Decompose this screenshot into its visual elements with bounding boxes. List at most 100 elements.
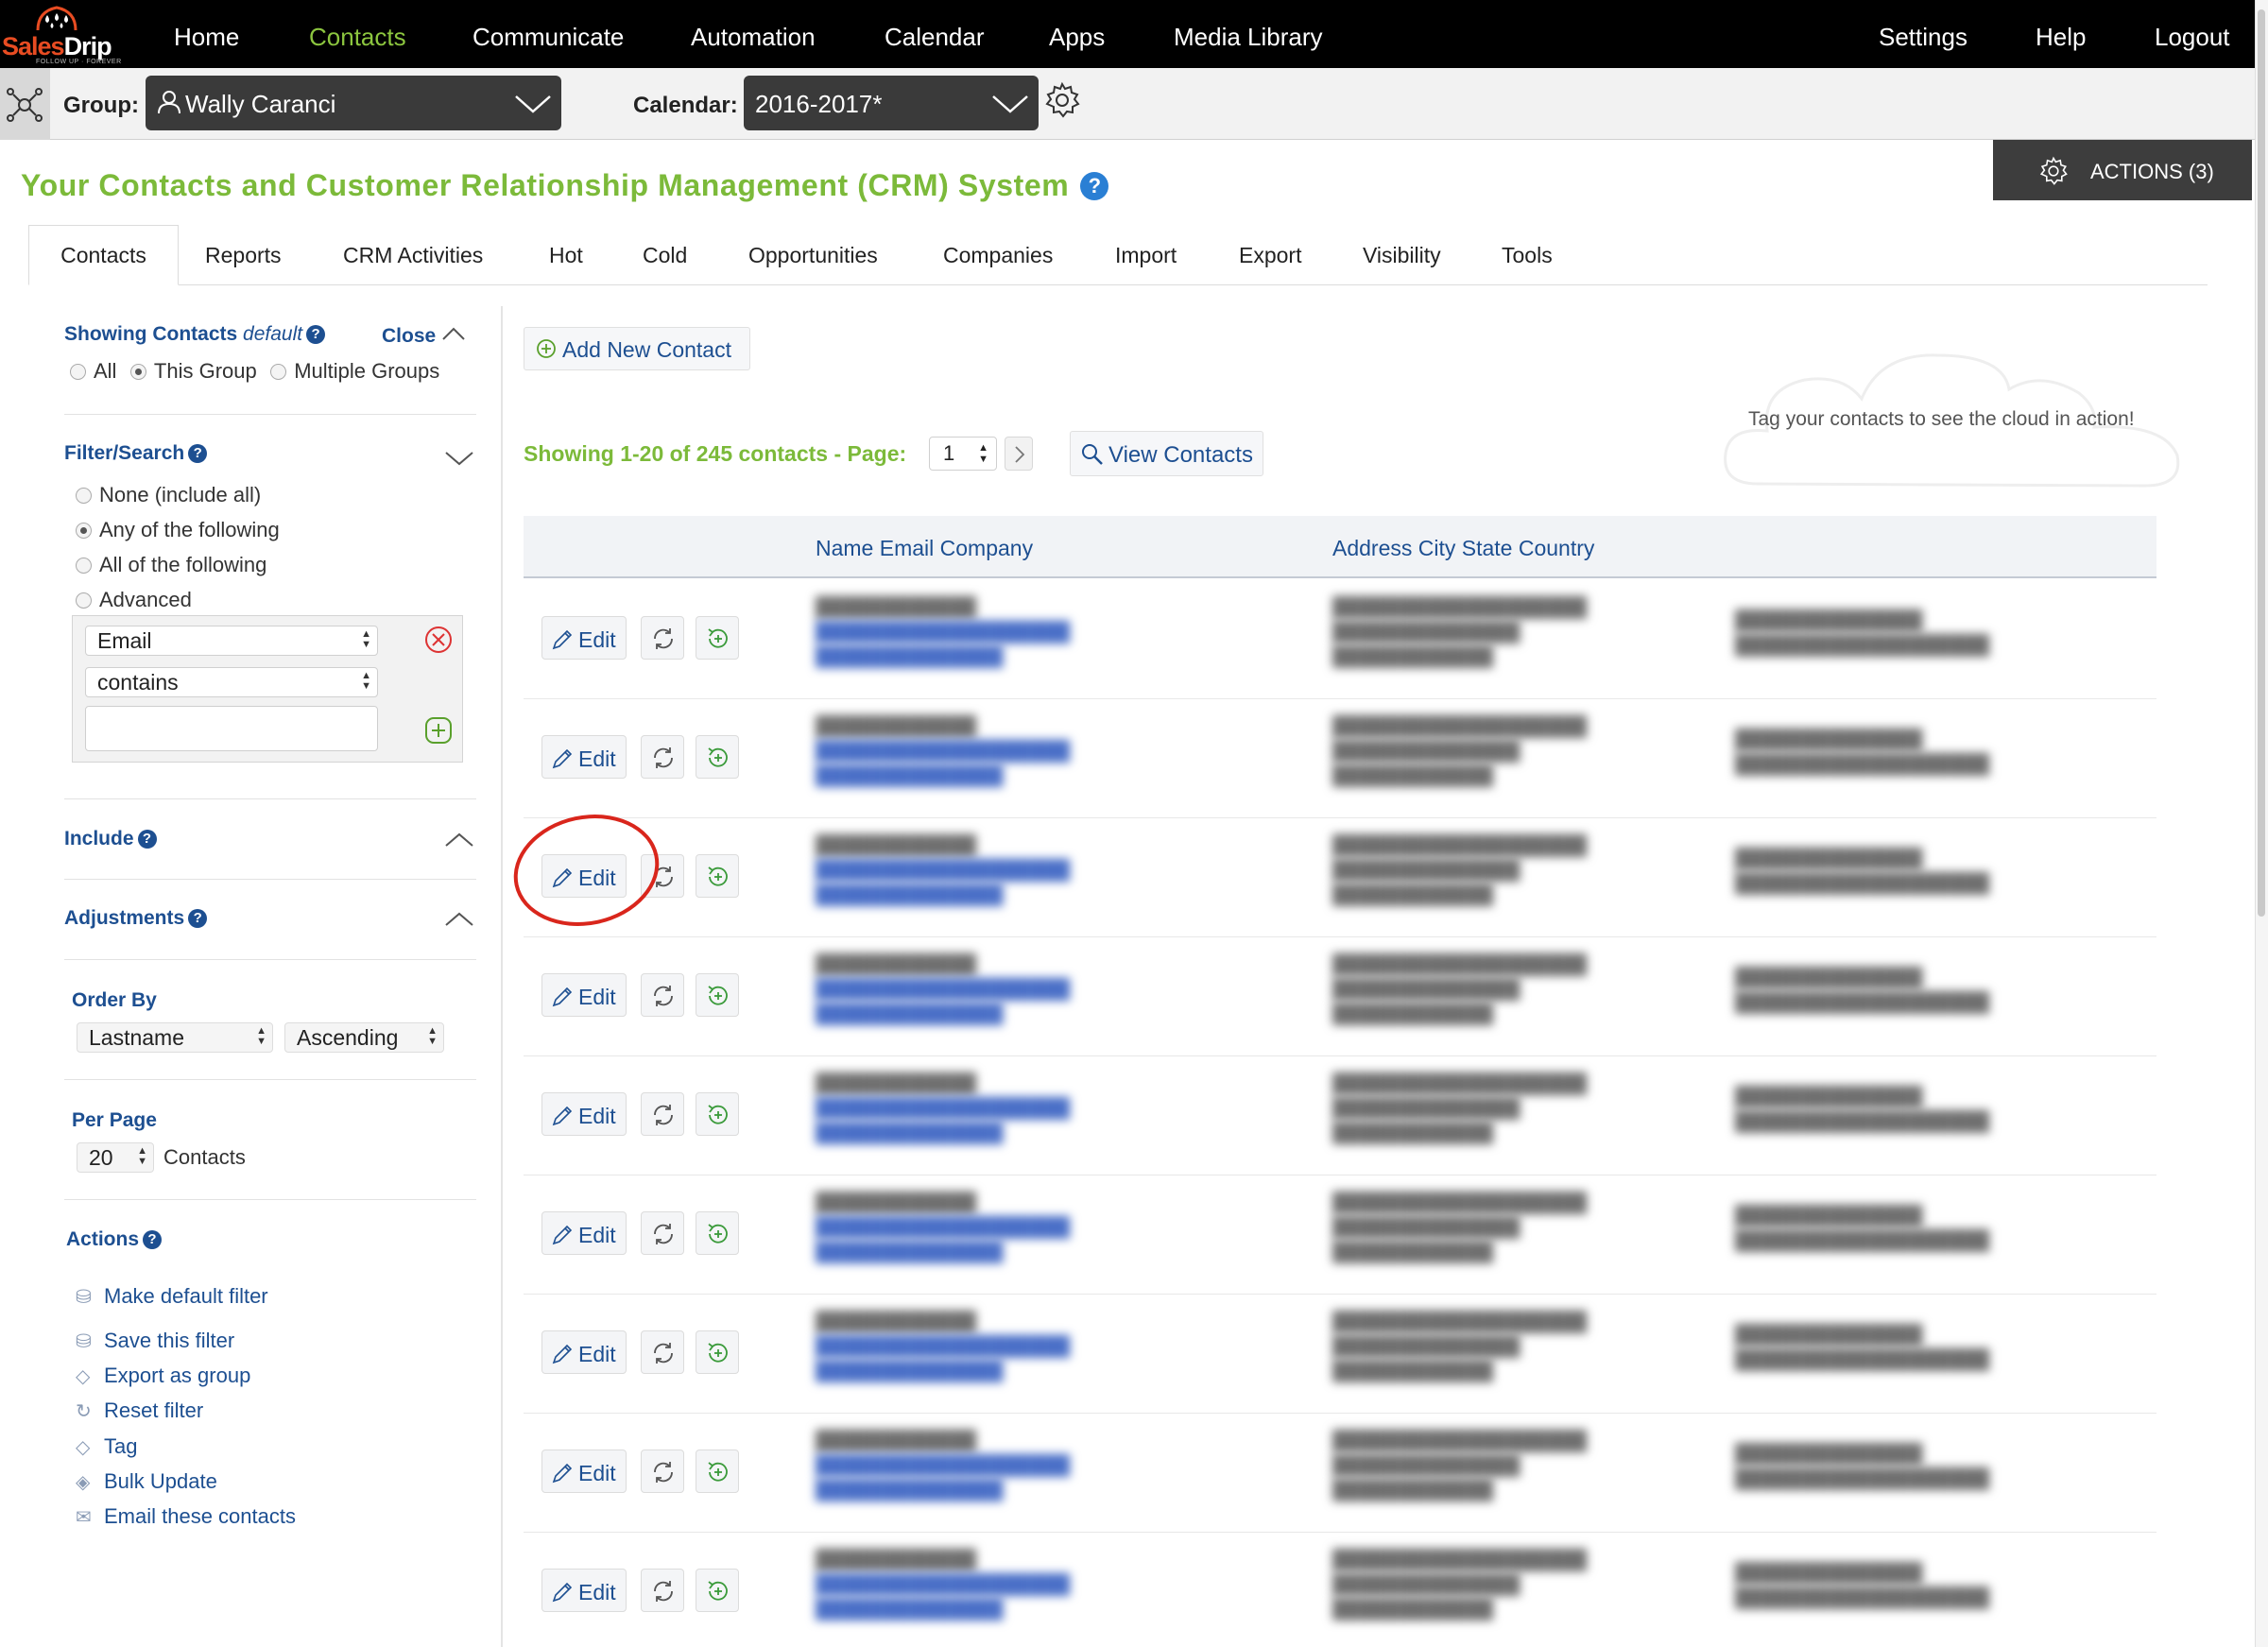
contact-email-blurred[interactable]: ███████████████████ xyxy=(816,1215,1070,1240)
radio-any[interactable] xyxy=(76,523,92,539)
help-icon[interactable]: ? xyxy=(306,325,326,344)
export-as-group-link[interactable]: ◇ Export as group xyxy=(76,1364,250,1388)
nav-automation[interactable]: Automation xyxy=(691,23,816,51)
view-contacts-button[interactable]: View Contacts xyxy=(1070,431,1263,476)
network-hub-button[interactable] xyxy=(0,68,50,140)
sync-contact-button[interactable] xyxy=(641,1330,684,1374)
tab-visibility[interactable]: Visibility xyxy=(1363,243,1441,268)
salesdrip-logo[interactable]: SalesDrip FOLLOW UP · FOREVER xyxy=(0,2,121,66)
edit-contact-button[interactable]: Edit xyxy=(541,1330,627,1374)
tag-link[interactable]: ◇ Tag xyxy=(76,1434,137,1459)
contact-email-blurred[interactable]: ███████████████████ xyxy=(816,1453,1070,1478)
sync-contact-button[interactable] xyxy=(641,1092,684,1136)
contact-email-blurred[interactable]: ███████████████████ xyxy=(816,1572,1070,1597)
per-page-select[interactable]: 20 ▲ ▼ xyxy=(77,1142,154,1173)
radio-multiple-groups[interactable] xyxy=(270,364,287,380)
contact-email-blurred[interactable]: ███████████████████ xyxy=(816,977,1070,1002)
tab-companies[interactable]: Companies xyxy=(943,243,1053,268)
column-address[interactable]: Address City State Country xyxy=(1332,536,1594,561)
radio-this-group[interactable] xyxy=(129,364,146,380)
tab-export[interactable]: Export xyxy=(1239,243,1301,268)
add-activity-button[interactable] xyxy=(696,1211,739,1255)
nav-settings[interactable]: Settings xyxy=(1879,23,1967,51)
contact-email-blurred[interactable]: ███████████████████ xyxy=(816,858,1070,883)
close-panel-button[interactable]: Close xyxy=(382,325,466,348)
nav-apps[interactable]: Apps xyxy=(1049,23,1105,51)
nav-media-library[interactable]: Media Library xyxy=(1174,23,1323,51)
help-icon[interactable]: ? xyxy=(143,1230,163,1249)
help-icon[interactable]: ? xyxy=(137,830,157,849)
contact-email-blurred[interactable]: ███████████████████ xyxy=(816,620,1070,644)
radio-all[interactable] xyxy=(70,364,86,380)
page-select[interactable]: 1 ▲ ▼ xyxy=(929,437,997,471)
group-select[interactable]: Wally Caranci xyxy=(146,76,561,130)
filter-value-input[interactable] xyxy=(85,706,378,751)
tab-hot[interactable]: Hot xyxy=(549,243,583,268)
add-activity-button[interactable] xyxy=(696,1569,739,1612)
bulk-update-link[interactable]: ◈ Bulk Update xyxy=(76,1469,217,1494)
order-by-field-select[interactable]: Lastname ▲ ▼ xyxy=(77,1022,273,1053)
reset-filter-link[interactable]: ↻ Reset filter xyxy=(76,1398,203,1423)
scrollbar-thumb[interactable] xyxy=(2258,9,2265,917)
add-activity-button[interactable] xyxy=(696,854,739,898)
add-new-contact-button[interactable]: Add New Contact xyxy=(524,327,750,370)
tab-reports[interactable]: Reports xyxy=(205,243,282,268)
make-default-filter-link[interactable]: ⛁ Make default filter xyxy=(76,1284,268,1309)
contact-email-blurred[interactable]: ███████████████████ xyxy=(816,1096,1070,1121)
sync-contact-button[interactable] xyxy=(641,1569,684,1612)
sync-contact-button[interactable] xyxy=(641,1450,684,1493)
radio-none[interactable] xyxy=(76,488,92,504)
tab-contacts[interactable]: Contacts xyxy=(28,225,179,285)
edit-contact-button[interactable]: Edit xyxy=(541,1092,627,1136)
sync-contact-button[interactable] xyxy=(641,1211,684,1255)
add-activity-button[interactable] xyxy=(696,1092,739,1136)
tab-opportunities[interactable]: Opportunities xyxy=(748,243,878,268)
edit-contact-button[interactable]: Edit xyxy=(541,735,627,779)
edit-contact-button[interactable]: Edit xyxy=(541,1450,627,1493)
actions-button[interactable]: ACTIONS (3) xyxy=(1993,140,2252,200)
nav-communicate[interactable]: Communicate xyxy=(472,23,624,51)
tab-cold[interactable]: Cold xyxy=(643,243,687,268)
chevron-down-icon[interactable] xyxy=(444,450,474,467)
help-icon[interactable]: ? xyxy=(188,909,208,928)
next-page-button[interactable] xyxy=(1005,437,1033,471)
tab-crm-activities[interactable]: CRM Activities xyxy=(343,243,483,268)
sync-contact-button[interactable] xyxy=(641,735,684,779)
chevron-up-icon[interactable] xyxy=(444,911,474,928)
radio-advanced[interactable] xyxy=(76,592,92,609)
edit-contact-button[interactable]: Edit xyxy=(541,616,627,660)
nav-contacts[interactable]: Contacts xyxy=(309,23,406,51)
edit-contact-button[interactable]: Edit xyxy=(541,1211,627,1255)
nav-logout[interactable]: Logout xyxy=(2155,23,2230,51)
radio-all-following[interactable] xyxy=(76,558,92,574)
chevron-up-icon[interactable] xyxy=(444,832,474,849)
order-by-direction-select[interactable]: Ascending ▲ ▼ xyxy=(284,1022,444,1053)
sync-contact-button[interactable] xyxy=(641,616,684,660)
tab-import[interactable]: Import xyxy=(1115,243,1177,268)
edit-contact-button[interactable]: Edit xyxy=(541,973,627,1017)
add-activity-button[interactable] xyxy=(696,735,739,779)
filter-field-select[interactable]: Email ▲ ▼ xyxy=(85,626,378,656)
calendar-select[interactable]: 2016-2017* xyxy=(744,76,1039,130)
contact-email-blurred[interactable]: ███████████████████ xyxy=(816,739,1070,763)
add-activity-button[interactable] xyxy=(696,973,739,1017)
email-contacts-link[interactable]: ✉ Email these contacts xyxy=(76,1504,296,1529)
add-activity-button[interactable] xyxy=(696,1450,739,1493)
add-activity-button[interactable] xyxy=(696,616,739,660)
nav-help[interactable]: Help xyxy=(2036,23,2086,51)
calendar-settings-gear-icon[interactable] xyxy=(1043,81,1081,119)
filter-operator-select[interactable]: contains ▲ ▼ xyxy=(85,667,378,697)
help-icon[interactable]: ? xyxy=(1080,172,1109,200)
add-activity-button[interactable] xyxy=(696,1330,739,1374)
contact-email-blurred[interactable]: ███████████████████ xyxy=(816,1334,1070,1359)
add-rule-icon[interactable] xyxy=(424,716,453,745)
column-name-email-company[interactable]: Name Email Company xyxy=(816,536,1033,561)
save-filter-link[interactable]: ⛁ Save this filter xyxy=(76,1329,234,1353)
nav-home[interactable]: Home xyxy=(174,23,239,51)
edit-contact-button[interactable]: Edit xyxy=(541,1569,627,1612)
tab-tools[interactable]: Tools xyxy=(1502,243,1553,268)
remove-rule-icon[interactable] xyxy=(424,626,453,654)
help-icon[interactable]: ? xyxy=(188,444,208,463)
nav-calendar[interactable]: Calendar xyxy=(885,23,985,51)
sync-contact-button[interactable] xyxy=(641,973,684,1017)
